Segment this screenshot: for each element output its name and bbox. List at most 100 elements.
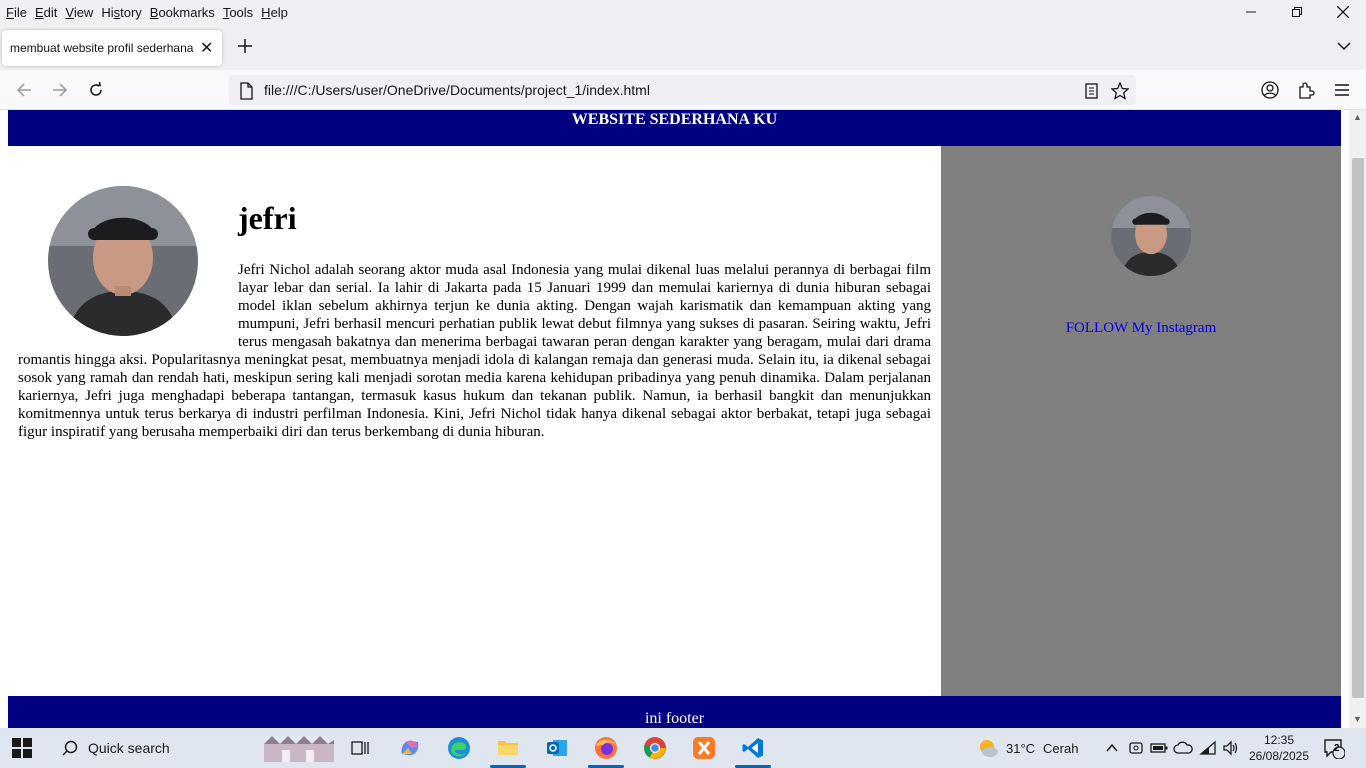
- menu-file-label: ile: [13, 4, 27, 20]
- firefox-icon: [595, 737, 617, 759]
- sidebar-avatar: [1111, 196, 1191, 276]
- menu-edit-label: dit: [43, 4, 58, 20]
- cloud-icon: [1173, 741, 1193, 754]
- url-bar[interactable]: file:///C:/Users/user/OneDrive/Documents…: [229, 75, 1136, 105]
- taskbar: Quick search 31°C Cerah 12:35 26/08/2025…: [0, 728, 1366, 768]
- xampp-button[interactable]: [690, 734, 718, 762]
- menu-help[interactable]: Help: [261, 5, 288, 20]
- search-label: Quick search: [88, 740, 170, 756]
- site-footer: ini footer: [8, 696, 1341, 728]
- sidebar-portrait-image: [1111, 196, 1191, 276]
- notification-count: 2: [1334, 743, 1340, 754]
- main-content: jefri Jefri Nichol adalah seorang aktor …: [8, 146, 941, 696]
- navigation-bar: file:///C:/Users/user/OneDrive/Documents…: [0, 70, 1366, 110]
- forward-button[interactable]: [48, 78, 72, 102]
- site-header-title: WEBSITE SEDERHANA KU: [571, 111, 778, 128]
- taskbar-search[interactable]: Quick search: [48, 732, 338, 764]
- reload-icon: [90, 82, 102, 96]
- menu-edit[interactable]: Edit: [35, 5, 57, 20]
- list-all-tabs-button[interactable]: [1336, 38, 1356, 58]
- weather-widget[interactable]: 31°C Cerah: [976, 728, 1078, 768]
- menu-help-accel: H: [261, 4, 271, 20]
- edge-icon: [448, 737, 470, 759]
- close-icon: [1337, 6, 1349, 18]
- menu-view-label: iew: [73, 4, 94, 20]
- vscode-button[interactable]: [739, 734, 767, 762]
- chevron-up-icon: [1106, 743, 1118, 752]
- menu-file-accel: F: [6, 4, 14, 20]
- minimize-button[interactable]: [1228, 0, 1274, 24]
- copilot-icon: [401, 740, 419, 756]
- site-header: WEBSITE SEDERHANA KU: [8, 110, 1341, 146]
- menu-help-label: elp: [270, 4, 288, 20]
- chevron-down-icon: [1337, 42, 1351, 51]
- url-text: file:///C:/Users/user/OneDrive/Documents…: [264, 82, 650, 98]
- puzzle-icon: [1299, 82, 1315, 99]
- clock-time: 12:35: [1263, 733, 1295, 747]
- window-controls: [1228, 0, 1366, 24]
- instagram-link[interactable]: FOLLOW My Instagram: [941, 320, 1341, 337]
- restore-button[interactable]: [1274, 0, 1320, 24]
- profile-photo: [48, 186, 198, 336]
- clock-date: 26/08/2025: [1248, 749, 1310, 763]
- back-button[interactable]: [12, 78, 36, 102]
- reload-button[interactable]: [84, 78, 108, 102]
- restore-icon: [1292, 7, 1302, 17]
- extensions-button[interactable]: [1294, 78, 1318, 102]
- menu-bookmarks-label: ookmarks: [158, 4, 215, 20]
- app-menu-button[interactable]: [1330, 78, 1354, 102]
- plus-icon: [238, 39, 252, 53]
- menu-tools-label: ools: [229, 4, 254, 20]
- menu-file[interactable]: File: [6, 5, 27, 20]
- clock[interactable]: 12:35 26/08/2025: [1244, 732, 1314, 764]
- arrow-left-icon: [16, 83, 31, 97]
- page-scrollbar[interactable]: ▲ ▼: [1349, 110, 1366, 728]
- bookmark-star-icon[interactable]: [1111, 82, 1129, 100]
- new-tab-button[interactable]: [234, 36, 256, 58]
- start-button[interactable]: [12, 738, 32, 758]
- camera-phone-icon: [1129, 742, 1143, 754]
- account-icon: [1261, 81, 1279, 99]
- battery-icon: [1150, 743, 1168, 753]
- tab-active[interactable]: membuat website profil sederhana ✕: [2, 30, 222, 66]
- tab-title: membuat website profil sederhana: [10, 41, 194, 55]
- menu-history-pre: Hi: [101, 4, 114, 20]
- menu-bar: File Edit View History Bookmarks Tools H…: [0, 0, 1366, 24]
- close-window-button[interactable]: [1320, 0, 1366, 24]
- copilot-button[interactable]: [396, 734, 424, 762]
- firefox-button[interactable]: [592, 734, 620, 762]
- edge-button[interactable]: [445, 734, 473, 762]
- scroll-thumb[interactable]: [1352, 158, 1364, 698]
- chrome-button[interactable]: [641, 734, 669, 762]
- outlook-button[interactable]: [543, 734, 571, 762]
- task-view-button[interactable]: [346, 734, 374, 762]
- onedrive-tray-icon[interactable]: [1169, 734, 1197, 762]
- scroll-up-icon[interactable]: ▲: [1352, 112, 1363, 123]
- menu-tools[interactable]: Tools: [223, 5, 253, 20]
- menu-view-accel: V: [65, 4, 74, 20]
- folder-icon: [498, 741, 518, 755]
- weather-temp: 31°C: [1006, 740, 1036, 756]
- tab-close-icon[interactable]: ✕: [200, 38, 213, 58]
- speaker-icon: [1223, 740, 1238, 756]
- account-button[interactable]: [1258, 78, 1282, 102]
- scroll-down-icon[interactable]: ▼: [1352, 714, 1363, 725]
- menu-history[interactable]: History: [101, 5, 141, 20]
- menu-edit-accel: E: [34, 4, 44, 20]
- page-icon: [240, 82, 253, 100]
- tab-bar: membuat website profil sederhana ✕: [0, 24, 1366, 70]
- reader-view-icon[interactable]: [1083, 82, 1101, 100]
- arrow-right-icon: [53, 83, 68, 97]
- wifi-icon: [1199, 740, 1216, 755]
- xampp-icon: [693, 737, 715, 759]
- task-view-icon: [351, 741, 369, 755]
- outlook-icon: [547, 740, 567, 756]
- menu-bookmarks[interactable]: Bookmarks: [150, 5, 215, 20]
- page-viewport: WEBSITE SEDERHANA KU jefri Jefri Nichol …: [0, 110, 1349, 728]
- volume-tray-icon[interactable]: [1217, 734, 1245, 762]
- notification-center-button[interactable]: 2: [1320, 734, 1348, 762]
- profile-portrait-image: [48, 186, 198, 336]
- menu-view[interactable]: View: [65, 5, 93, 20]
- vscode-icon: [742, 738, 763, 758]
- file-explorer-button[interactable]: [494, 734, 522, 762]
